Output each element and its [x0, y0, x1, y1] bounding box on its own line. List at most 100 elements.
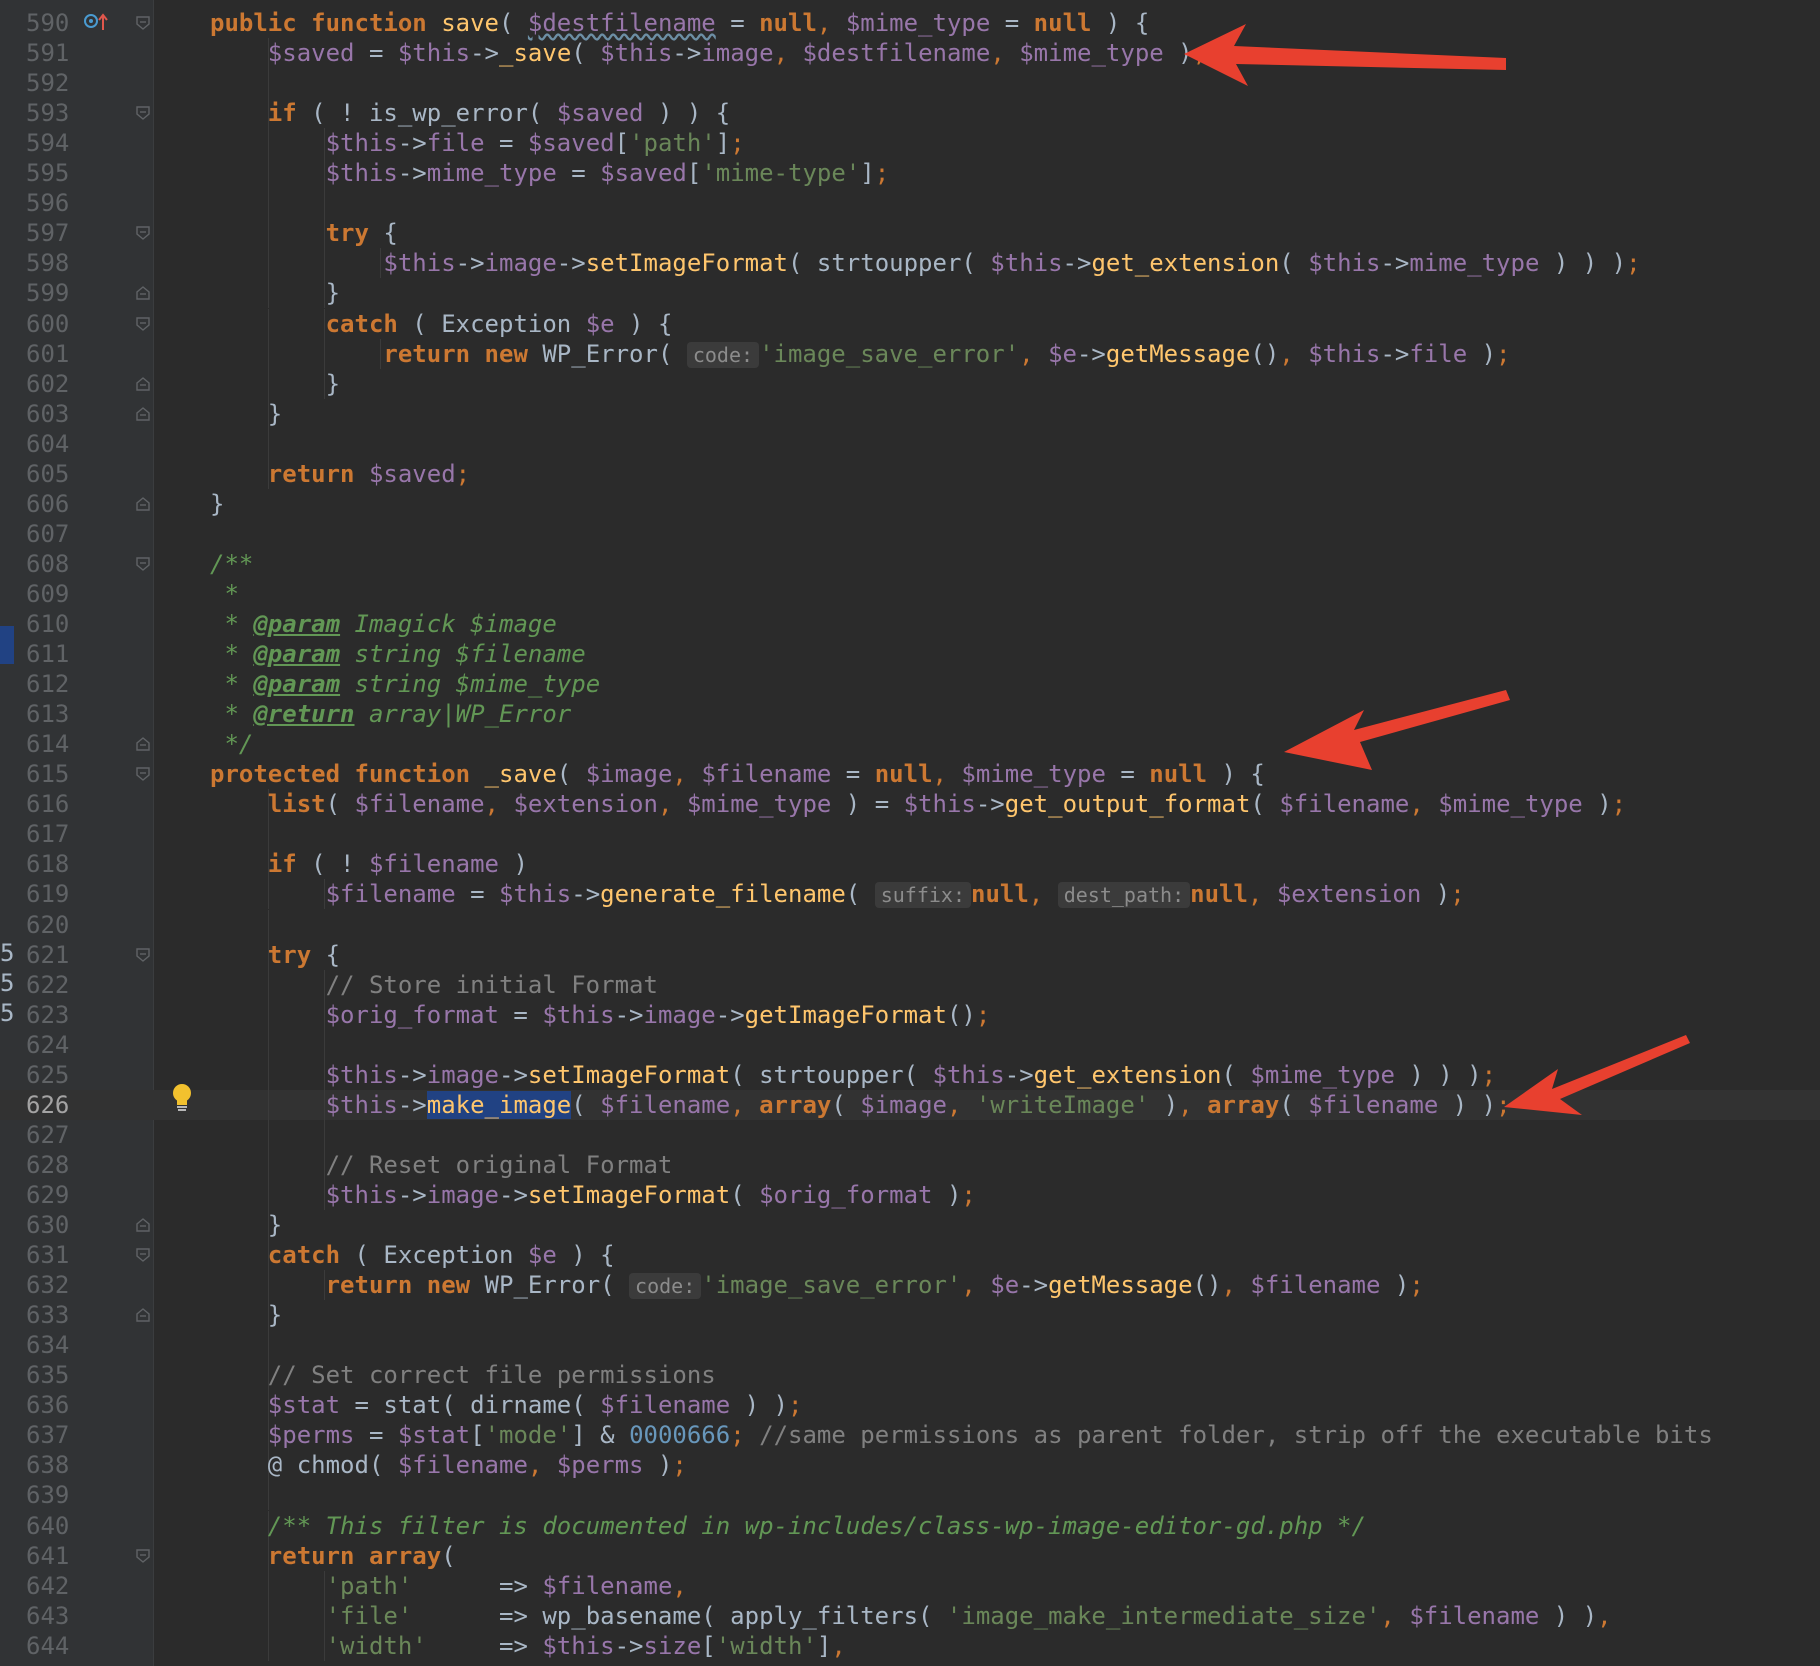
line-number[interactable]: 631: [26, 1240, 72, 1270]
code-line[interactable]: 621 try {: [0, 939, 1820, 970]
code-line[interactable]: 627: [0, 1119, 1820, 1150]
code-text[interactable]: * @return array|WP_Error: [210, 699, 571, 729]
line-number[interactable]: 619: [26, 879, 72, 909]
line-number[interactable]: 630: [26, 1210, 72, 1240]
code-line[interactable]: 631 catch ( Exception $e ) {: [0, 1240, 1820, 1271]
code-line[interactable]: 629 $this->image->setImageFormat( $orig_…: [0, 1179, 1820, 1210]
code-line[interactable]: 593 if ( ! is_wp_error( $saved ) ) {: [0, 98, 1820, 129]
code-line[interactable]: 636 $stat = stat( dirname( $filename ) )…: [0, 1390, 1820, 1421]
line-number[interactable]: 642: [26, 1571, 72, 1601]
line-number[interactable]: 612: [26, 669, 72, 699]
code-text[interactable]: 'path' => $filename,: [210, 1571, 687, 1601]
line-number[interactable]: 598: [26, 248, 72, 278]
code-editor[interactable]: 590 public function save( $destfilename =…: [0, 0, 1820, 1666]
fold-open-icon[interactable]: [136, 226, 150, 241]
line-number[interactable]: 626: [26, 1090, 72, 1120]
code-text[interactable]: }: [210, 1210, 282, 1240]
code-text[interactable]: if ( ! is_wp_error( $saved ) ) {: [210, 98, 730, 128]
code-line[interactable]: 642 'path' => $filename,: [0, 1570, 1820, 1601]
line-number[interactable]: 602: [26, 369, 72, 399]
code-line[interactable]: 632 return new WP_Error( code:'image_sav…: [0, 1270, 1820, 1301]
line-number[interactable]: 624: [26, 1030, 72, 1060]
line-number[interactable]: 609: [26, 579, 72, 609]
code-text[interactable]: $stat = stat( dirname( $filename ) );: [210, 1390, 803, 1420]
code-text[interactable]: $orig_format = $this->image->getImageFor…: [210, 1000, 991, 1030]
code-text[interactable]: $this->image->setImageFormat( strtoupper…: [210, 248, 1640, 278]
code-text[interactable]: $this->image->setImageFormat( strtoupper…: [210, 1060, 1496, 1090]
code-line[interactable]: 644 'width' => $this->size['width'],: [0, 1630, 1820, 1661]
line-number[interactable]: 625: [26, 1060, 72, 1090]
fold-close-icon[interactable]: [136, 286, 150, 301]
line-number[interactable]: 606: [26, 489, 72, 519]
code-text[interactable]: return new WP_Error( code:'image_save_er…: [210, 1270, 1424, 1301]
line-number[interactable]: 590: [26, 8, 72, 38]
code-text[interactable]: return array(: [210, 1541, 456, 1571]
code-text[interactable]: catch ( Exception $e ) {: [210, 1240, 615, 1270]
code-text[interactable]: */: [210, 729, 253, 759]
code-line[interactable]: 609 *: [0, 579, 1820, 609]
line-number[interactable]: 597: [26, 218, 72, 248]
code-line[interactable]: 594 $this->file = $saved['path'];: [0, 128, 1820, 159]
code-text[interactable]: try {: [210, 940, 340, 970]
code-text[interactable]: try {: [210, 218, 398, 248]
code-line[interactable]: 641 return array(: [0, 1540, 1820, 1571]
code-line[interactable]: 608 /**: [0, 549, 1820, 579]
line-number[interactable]: 638: [26, 1450, 72, 1480]
line-number[interactable]: 592: [26, 68, 72, 98]
code-text[interactable]: public function save( $destfilename = nu…: [210, 8, 1149, 38]
code-line[interactable]: 643 'file' => wp_basename( apply_filters…: [0, 1600, 1820, 1631]
code-line[interactable]: 622 // Store initial Format: [0, 969, 1820, 1000]
code-line[interactable]: 601 return new WP_Error( code:'image_sav…: [0, 338, 1820, 369]
code-line[interactable]: 610 * @param Imagick $image: [0, 609, 1820, 639]
line-number[interactable]: 617: [26, 819, 72, 849]
line-number[interactable]: 640: [26, 1511, 72, 1541]
code-line[interactable]: 597 try {: [0, 218, 1820, 249]
fold-open-icon[interactable]: [136, 1248, 150, 1262]
line-number[interactable]: 632: [26, 1270, 72, 1300]
line-number[interactable]: 618: [26, 849, 72, 879]
line-number[interactable]: 608: [26, 549, 72, 579]
fold-close-icon[interactable]: [136, 1308, 150, 1322]
code-text[interactable]: }: [210, 1300, 282, 1330]
code-text[interactable]: $this->mime_type = $saved['mime-type'];: [210, 158, 890, 188]
code-text[interactable]: *: [210, 579, 238, 609]
line-number[interactable]: 639: [26, 1480, 72, 1510]
code-text[interactable]: $filename = $this->generate_filename( su…: [210, 879, 1465, 910]
line-number[interactable]: 599: [26, 278, 72, 308]
line-number[interactable]: 627: [26, 1120, 72, 1150]
code-line[interactable]: 628 // Reset original Format: [0, 1149, 1820, 1180]
line-number[interactable]: 605: [26, 459, 72, 489]
code-line[interactable]: 606}: [0, 489, 1820, 519]
code-text[interactable]: protected function _save( $image, $filen…: [210, 759, 1265, 789]
line-number[interactable]: 621: [26, 940, 72, 970]
code-text[interactable]: }: [210, 489, 224, 519]
line-number[interactable]: 595: [26, 158, 72, 188]
line-number[interactable]: 616: [26, 789, 72, 819]
line-number[interactable]: 641: [26, 1541, 72, 1571]
code-text[interactable]: $this->file = $saved['path'];: [210, 128, 745, 158]
code-text[interactable]: list( $filename, $extension, $mime_type …: [210, 789, 1626, 819]
code-line[interactable]: 595 $this->mime_type = $saved['mime-type…: [0, 158, 1820, 189]
code-text[interactable]: * @param Imagick $image: [210, 609, 556, 639]
code-text[interactable]: * @param string $filename: [210, 639, 585, 669]
code-text[interactable]: }: [210, 399, 282, 429]
code-text[interactable]: return $saved;: [210, 459, 470, 489]
line-number[interactable]: 622: [26, 970, 72, 1000]
line-number[interactable]: 604: [26, 429, 72, 459]
fold-open-icon[interactable]: [136, 557, 150, 571]
line-number[interactable]: 591: [26, 38, 72, 68]
line-number[interactable]: 607: [26, 519, 72, 549]
line-number[interactable]: 634: [26, 1330, 72, 1360]
code-line[interactable]: 592: [0, 68, 1820, 99]
code-text[interactable]: /** This filter is documented in wp-incl…: [210, 1511, 1366, 1541]
code-line[interactable]: 598 $this->image->setImageFormat( strtou…: [0, 248, 1820, 279]
lightbulb-icon[interactable]: [170, 1083, 194, 1113]
fold-close-icon[interactable]: [136, 1218, 150, 1232]
code-line[interactable]: 619 $filename = $this->generate_filename…: [0, 879, 1820, 910]
code-line[interactable]: 590 public function save( $destfilename =…: [0, 8, 1820, 38]
line-number[interactable]: 633: [26, 1300, 72, 1330]
code-line[interactable]: 603 }: [0, 398, 1820, 429]
line-number[interactable]: 628: [26, 1150, 72, 1180]
code-line[interactable]: 607: [0, 519, 1820, 549]
code-text[interactable]: * @param string $mime_type: [210, 669, 600, 699]
